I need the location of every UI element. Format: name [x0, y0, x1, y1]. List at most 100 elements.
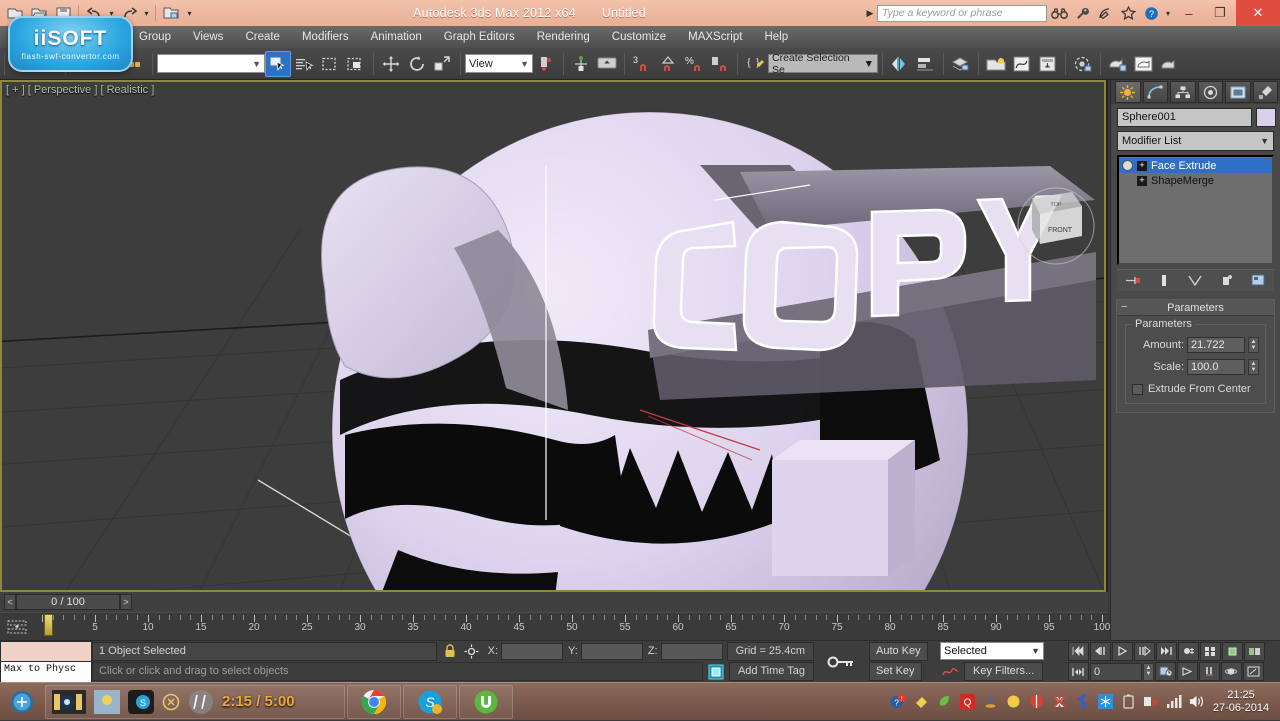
select-object-button[interactable]: [265, 50, 291, 77]
set-key-toggle-icon[interactable]: [814, 641, 868, 682]
maximize-button[interactable]: ❐: [1205, 0, 1235, 26]
modifier-stack-item-face-extrude[interactable]: + Face Extrude: [1119, 158, 1272, 173]
lock-selection-icon[interactable]: [439, 642, 461, 661]
percent-snap-toggle-button[interactable]: %: [681, 51, 707, 77]
make-unique-button[interactable]: [1185, 272, 1205, 290]
modifier-list-dropdown[interactable]: Modifier List ▼: [1117, 131, 1274, 151]
modifier-stack-list[interactable]: + Face Extrude + ShapeMerge: [1117, 155, 1274, 265]
graphite-modeling-tools-button[interactable]: [983, 51, 1009, 77]
redo-dropdown-icon[interactable]: ▾: [142, 2, 151, 24]
key-mode-toggle-button[interactable]: [1068, 662, 1089, 682]
go-to-start-button[interactable]: [1068, 641, 1089, 661]
selection-filter-combo[interactable]: ▼: [157, 54, 265, 73]
amount-field[interactable]: 21.722: [1187, 337, 1245, 353]
keyboard-shortcut-override-toggle-button[interactable]: [594, 51, 620, 77]
select-and-uniform-scale-button[interactable]: [430, 51, 456, 77]
schematic-view-button[interactable]: [1035, 51, 1061, 77]
material-editor-button[interactable]: [1070, 51, 1096, 77]
menu-graph-editors[interactable]: Graph Editors: [433, 26, 526, 48]
set-key-button[interactable]: Set Key: [869, 662, 922, 682]
x-coord-field[interactable]: [501, 642, 564, 660]
zoom-extents-button[interactable]: [1222, 641, 1243, 661]
light-bulb-icon[interactable]: [1122, 160, 1133, 171]
show-end-result-button[interactable]: [1154, 272, 1174, 290]
start-button[interactable]: [0, 683, 44, 721]
key-mode-combo[interactable]: Selected ▼: [940, 642, 1044, 661]
menu-create[interactable]: Create: [234, 26, 291, 48]
current-frame-field[interactable]: 0: [1090, 662, 1142, 681]
tray-signal-icon[interactable]: [1166, 694, 1182, 710]
open-mini-curve-editor-button[interactable]: [4, 617, 30, 637]
expand-plus-icon[interactable]: +: [1137, 160, 1147, 171]
tray-note-icon[interactable]: [913, 694, 929, 710]
layer-manager-button[interactable]: [948, 51, 974, 77]
previous-frame-button[interactable]: [1090, 641, 1111, 661]
set-key-curve-icon[interactable]: [940, 662, 962, 681]
taskbar-item-media-player[interactable]: S 2:15 / 5:00: [45, 684, 345, 719]
tray-volume-icon[interactable]: [1189, 694, 1205, 710]
current-frame-spinner[interactable]: ▲ ▼: [1143, 662, 1154, 681]
tray-antivirus-icon[interactable]: [1051, 694, 1067, 710]
zoom-all-button[interactable]: [1200, 641, 1221, 661]
taskbar-item-skype[interactable]: S: [403, 684, 457, 719]
modify-tab[interactable]: [1142, 81, 1168, 103]
tray-java-icon[interactable]: [982, 694, 998, 710]
mirror-button[interactable]: [887, 51, 913, 77]
tray-circle-icon[interactable]: [1005, 694, 1021, 710]
curve-editor-button[interactable]: [1009, 51, 1035, 77]
tray-battery-icon[interactable]: [1120, 694, 1136, 710]
absolute-relative-transform-toggle-icon[interactable]: [461, 642, 483, 661]
window-crossing-toggle-button[interactable]: [343, 51, 369, 77]
menu-group[interactable]: Group: [128, 26, 182, 48]
menu-views[interactable]: Views: [182, 26, 234, 48]
create-tab[interactable]: [1115, 81, 1141, 103]
field-of-view-button[interactable]: [1177, 662, 1198, 682]
tray-quicktime-icon[interactable]: Q: [959, 694, 975, 710]
time-configuration-button[interactable]: [1155, 662, 1176, 682]
extrude-from-center-checkbox[interactable]: [1132, 383, 1143, 395]
taskbar-item-chrome[interactable]: [347, 684, 401, 719]
menu-rendering[interactable]: Rendering: [526, 26, 601, 48]
minimize-button[interactable]: –: [1174, 0, 1204, 26]
time-slider-playhead[interactable]: [44, 614, 53, 636]
maximize-viewport-toggle-button[interactable]: [1243, 662, 1264, 682]
play-animation-button[interactable]: [1112, 641, 1133, 661]
orbit-button[interactable]: [1221, 662, 1242, 682]
y-coord-field[interactable]: [580, 642, 643, 660]
help-icon[interactable]: ?: [1140, 2, 1162, 24]
use-pivot-point-center-button[interactable]: [533, 51, 559, 77]
tray-network-error-icon[interactable]: [1143, 694, 1159, 710]
utilities-tab[interactable]: [1252, 81, 1278, 103]
menu-maxscript[interactable]: MAXScript: [677, 26, 753, 48]
project-folder-icon[interactable]: [160, 2, 182, 24]
menu-animation[interactable]: Animation: [360, 26, 433, 48]
tray-shield-icon[interactable]: [1028, 694, 1044, 710]
reference-coordinate-system-combo[interactable]: View ▼: [465, 54, 533, 73]
time-tag-icon[interactable]: [705, 662, 727, 681]
maxscript-listener-output[interactable]: [0, 641, 92, 662]
maxscript-listener-input[interactable]: Max to Physc: [0, 662, 92, 683]
auto-key-button[interactable]: Auto Key: [869, 641, 928, 661]
zoom-extents-all-button[interactable]: [1244, 641, 1265, 661]
select-and-manipulate-button[interactable]: [568, 51, 594, 77]
add-time-tag-button[interactable]: Add Time Tag: [728, 662, 814, 682]
collapse-minus-icon[interactable]: −: [1121, 302, 1127, 313]
perspective-viewport[interactable]: FRONT TOP [ + ] [ Perspective ] [ Realis…: [0, 80, 1108, 592]
object-color-swatch[interactable]: [1256, 108, 1276, 127]
star-icon[interactable]: [1117, 2, 1139, 24]
align-button[interactable]: [913, 51, 939, 77]
render-production-button[interactable]: [1157, 51, 1183, 77]
display-tab[interactable]: [1225, 81, 1251, 103]
configure-modifier-sets-button[interactable]: [1248, 272, 1268, 290]
wrench-icon[interactable]: [1071, 2, 1093, 24]
menu-help[interactable]: Help: [753, 26, 799, 48]
motion-tab[interactable]: [1197, 81, 1223, 103]
remove-modifier-button[interactable]: [1217, 272, 1237, 290]
expand-plus-icon[interactable]: +: [1137, 175, 1147, 186]
next-frame-button[interactable]: [1134, 641, 1155, 661]
info-center-expand-icon[interactable]: ▶: [864, 2, 876, 24]
amount-spinner[interactable]: ▲ ▼: [1248, 337, 1259, 353]
next-frame-arrow[interactable]: >: [120, 594, 132, 610]
pin-stack-button[interactable]: [1123, 272, 1143, 290]
track-bar[interactable]: 5 10 15 20 25 30 35 40 45 50 55 60 65 70 75 80 85 90 95 100: [0, 612, 1110, 640]
